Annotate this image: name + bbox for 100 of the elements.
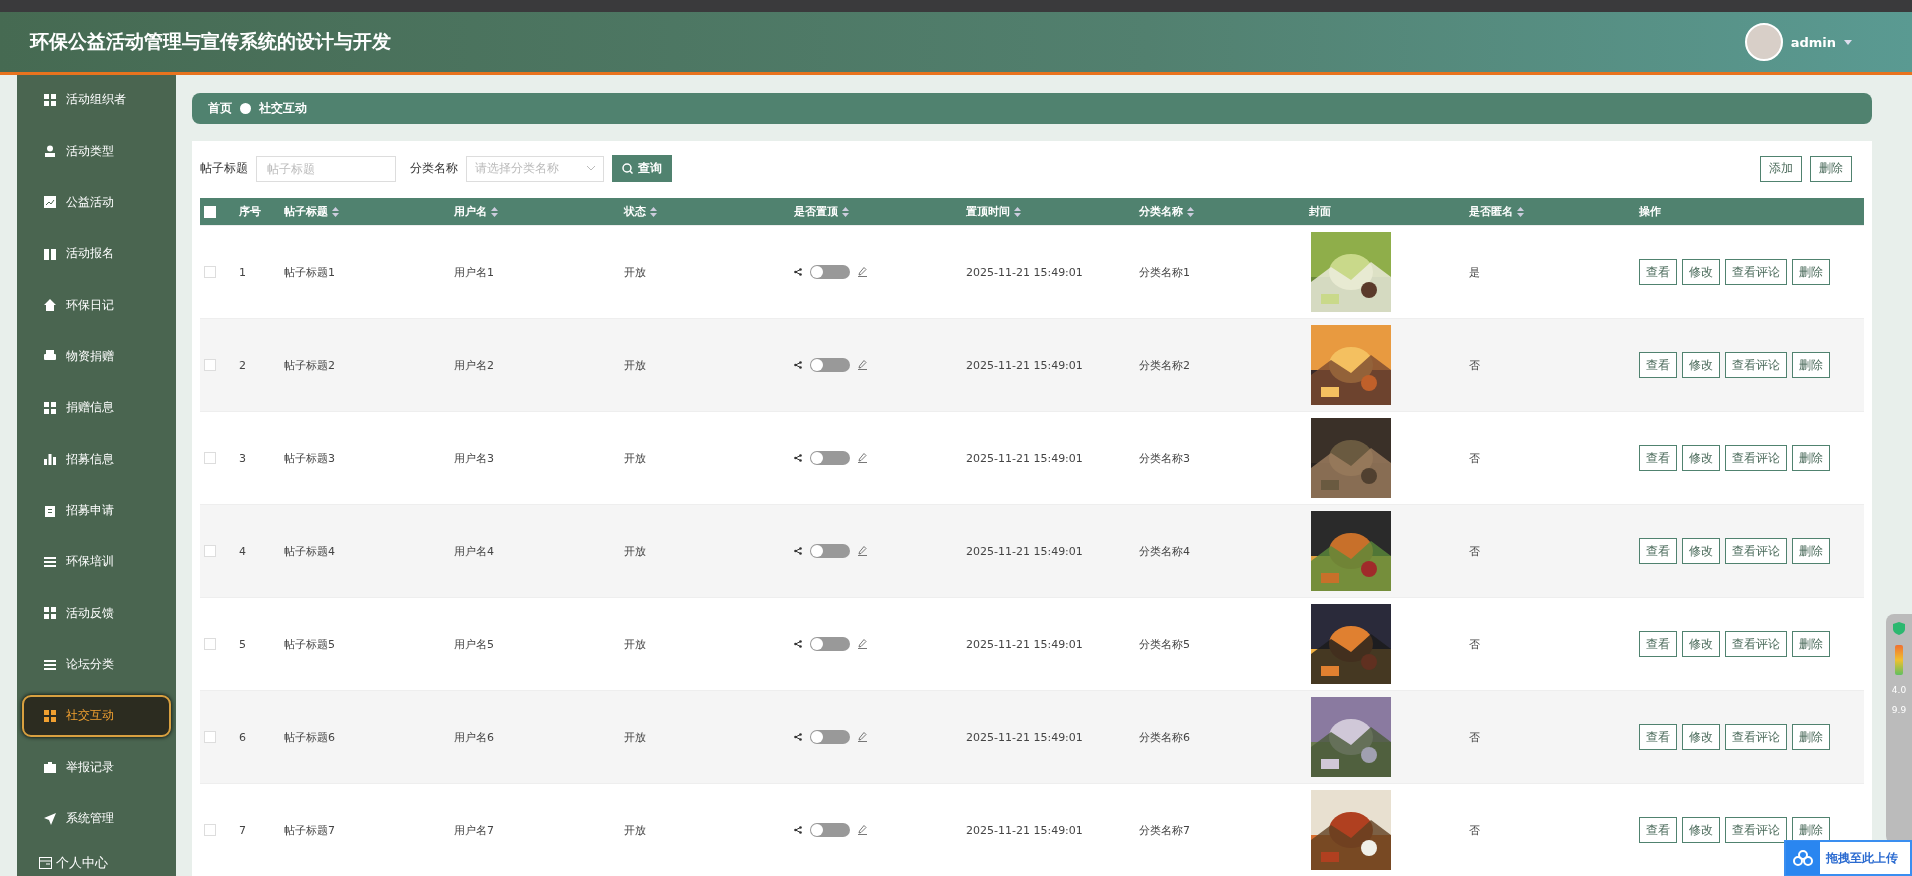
table-cell-text: 开放: [623, 822, 647, 838]
sidebar-item[interactable]: 活动类型: [22, 130, 171, 172]
row-action-button[interactable]: 查看: [1639, 724, 1677, 750]
grid-icon: [44, 401, 56, 414]
toolbar-button[interactable]: 删除: [1810, 155, 1852, 182]
sort-icon[interactable]: [1517, 206, 1524, 217]
edit-icon[interactable]: [858, 732, 867, 742]
row-action-button[interactable]: 修改: [1682, 538, 1720, 564]
row-action-button[interactable]: 修改: [1682, 817, 1720, 843]
pin-toggle[interactable]: [810, 358, 850, 372]
row-checkbox[interactable]: [204, 731, 216, 743]
sort-icon[interactable]: [842, 206, 849, 217]
sidebar-item[interactable]: 活动组织者: [22, 79, 171, 121]
column-header: 帖子标题: [284, 204, 328, 219]
sidebar-item[interactable]: 个人中心: [17, 849, 176, 876]
row-action-button[interactable]: 删除: [1792, 259, 1830, 285]
table-cell-text: 5: [238, 637, 247, 651]
sidebar-item[interactable]: 招募申请: [22, 489, 171, 532]
row-checkbox[interactable]: [204, 452, 216, 464]
row-action-button[interactable]: 修改: [1682, 259, 1720, 285]
sort-icon[interactable]: [491, 206, 498, 217]
pin-toggle[interactable]: [810, 544, 850, 558]
table-cell-text: 帖子标题7: [283, 822, 336, 838]
edit-icon[interactable]: [858, 825, 867, 835]
sort-icon[interactable]: [332, 206, 339, 217]
sidebar-item[interactable]: 招募信息: [22, 438, 171, 480]
row-checkbox[interactable]: [204, 359, 216, 371]
sidebar-item[interactable]: 环保培训: [22, 541, 171, 583]
sidebar-item[interactable]: 物资捐赠: [22, 335, 171, 378]
query-button[interactable]: 查询: [612, 155, 672, 182]
pin-toggle[interactable]: [810, 637, 850, 651]
row-action-button[interactable]: 删除: [1792, 352, 1830, 378]
avatar[interactable]: [1744, 23, 1783, 61]
row-action-button[interactable]: 查看评论: [1725, 352, 1787, 378]
row-action-button[interactable]: 查看: [1639, 445, 1677, 471]
caret-icon[interactable]: [1844, 39, 1852, 45]
row-action-button[interactable]: 删除: [1792, 538, 1830, 564]
row-action-button[interactable]: 修改: [1682, 352, 1720, 378]
sidebar-item[interactable]: 环保日记: [22, 284, 171, 326]
sidebar-item[interactable]: 活动反馈: [22, 592, 171, 634]
table-cell-text: 否: [1468, 636, 1481, 652]
row-action-button[interactable]: 删除: [1792, 631, 1830, 657]
sidebar-item[interactable]: 系统管理: [22, 798, 171, 840]
share-icon: [794, 733, 802, 741]
row-action-button[interactable]: 查看评论: [1725, 259, 1787, 285]
column-header: 分类名称: [1139, 204, 1183, 219]
sidebar-item[interactable]: 公益活动: [22, 181, 171, 224]
row-action-button[interactable]: 查看: [1639, 538, 1677, 564]
row-action-button[interactable]: 修改: [1682, 445, 1720, 471]
row-action-button[interactable]: 查看评论: [1725, 817, 1787, 843]
table-cell-text: 开放: [623, 264, 647, 280]
row-action-button[interactable]: 查看评论: [1725, 445, 1787, 471]
row-action-button[interactable]: 删除: [1792, 445, 1830, 471]
row-action-button[interactable]: 查看评论: [1725, 631, 1787, 657]
row-checkbox[interactable]: [204, 266, 216, 278]
row-action-button[interactable]: 查看评论: [1725, 724, 1787, 750]
table-cell-text: 帖子标题6: [283, 729, 336, 745]
title-search-field[interactable]: 帖子标题: [256, 155, 396, 182]
upload-button[interactable]: 拖拽至此上传: [1784, 840, 1912, 876]
edit-icon[interactable]: [858, 267, 867, 277]
share-icon: [794, 361, 802, 369]
table-cell-text: 2025-11-21 15:49:01: [965, 265, 1084, 279]
row-action-button[interactable]: 查看: [1639, 631, 1677, 657]
table-cell-text: 用户名5: [453, 636, 495, 652]
table-cell-text: 分类名称7: [1138, 822, 1191, 838]
pin-toggle[interactable]: [810, 823, 850, 837]
sort-icon[interactable]: [1014, 206, 1021, 217]
row-action-button[interactable]: 查看评论: [1725, 538, 1787, 564]
row-action-button[interactable]: 删除: [1792, 817, 1830, 843]
row-checkbox[interactable]: [204, 824, 216, 836]
sidebar-item[interactable]: 捐赠信息: [22, 387, 171, 429]
table-cell-text: 帖子标题3: [283, 450, 336, 466]
edit-icon[interactable]: [858, 546, 867, 556]
row-action-button[interactable]: 修改: [1682, 724, 1720, 750]
pin-toggle[interactable]: [810, 265, 850, 279]
upload-speed: 4.0: [1891, 685, 1907, 695]
row-action-button[interactable]: 查看: [1639, 259, 1677, 285]
sidebar-item[interactable]: 社交互动: [22, 695, 171, 737]
select-all-checkbox[interactable]: [204, 205, 216, 218]
sort-icon[interactable]: [1187, 206, 1194, 217]
row-action-button[interactable]: 查看: [1639, 817, 1677, 843]
edit-icon[interactable]: [858, 453, 867, 463]
row-checkbox[interactable]: [204, 545, 216, 557]
row-action-button[interactable]: 查看: [1639, 352, 1677, 378]
row-action-button[interactable]: 删除: [1792, 724, 1830, 750]
pin-toggle[interactable]: [810, 451, 850, 465]
sidebar-item[interactable]: 论坛分类: [22, 643, 171, 686]
row-action-button[interactable]: 修改: [1682, 631, 1720, 657]
toolbar-button[interactable]: 添加: [1760, 155, 1802, 182]
edit-icon[interactable]: [858, 639, 867, 649]
user-name[interactable]: admin: [1790, 34, 1836, 50]
sidebar-item[interactable]: 举报记录: [22, 746, 171, 789]
edit-icon[interactable]: [858, 360, 867, 370]
breadcrumb-link[interactable]: 首页: [208, 100, 232, 117]
row-checkbox[interactable]: [204, 638, 216, 650]
sidebar-item[interactable]: 活动报名: [22, 233, 171, 275]
pin-toggle[interactable]: [810, 730, 850, 744]
sort-icon[interactable]: [650, 206, 657, 217]
table-cell-text: 否: [1468, 450, 1481, 466]
table-cell-text: 开放: [623, 450, 647, 466]
